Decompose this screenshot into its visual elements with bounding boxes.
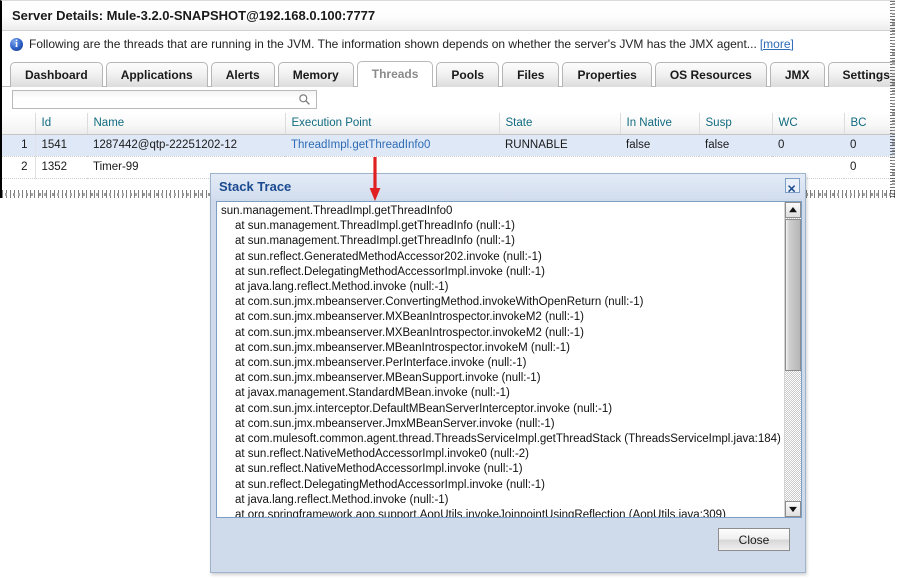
column-header-id[interactable]: Id (35, 113, 87, 134)
scrollbar-thumb[interactable] (785, 219, 801, 371)
cell-state: RUNNABLE (499, 134, 620, 156)
stack-trace-line: at com.sun.jmx.mbeanserver.PerInterface.… (221, 356, 787, 371)
stack-trace-line: at com.sun.jmx.mbeanserver.MXBeanIntrosp… (221, 310, 787, 325)
stack-trace-line: at com.mulesoft.common.agent.thread.Thre… (221, 432, 787, 447)
scroll-down-arrow-icon[interactable] (785, 501, 801, 517)
stack-trace-line: at org.springframework.aop.support.AopUt… (221, 508, 787, 518)
cell-in-native: false (620, 134, 699, 156)
tab-pools[interactable]: Pools (436, 62, 499, 87)
stack-trace-line: at com.sun.jmx.mbeanserver.MBeanIntrospe… (221, 341, 787, 356)
stack-trace-line: at sun.reflect.DelegatingMethodAccessorI… (221, 478, 787, 493)
search-input[interactable] (16, 92, 295, 109)
cell-id: 1541 (35, 134, 87, 156)
cell-wc: 0 (772, 134, 844, 156)
server-details-panel: Server Details: Mule-3.2.0-SNAPSHOT@192.… (0, 0, 895, 198)
search-row (2, 87, 895, 113)
stack-trace-line: at com.sun.jmx.mbeanserver.MXBeanIntrosp… (221, 326, 787, 341)
stack-trace-line: at com.sun.jmx.mbeanserver.ConvertingMet… (221, 295, 787, 310)
info-bar: i Following are the threads that are run… (2, 31, 895, 57)
tab-memory[interactable]: Memory (278, 62, 354, 87)
info-bar-text: Following are the threads that are runni… (29, 37, 757, 51)
stack-trace-line: at java.lang.reflect.Method.invoke (null… (221, 280, 787, 295)
column-header-bc[interactable]: BC (844, 113, 895, 134)
info-icon: i (10, 38, 23, 51)
table-row[interactable]: 1 1541 1287442@qtp-22251202-12 ThreadImp… (2, 134, 895, 156)
cell-bc: 0 (844, 134, 895, 156)
stack-trace-line: at sun.management.ThreadImpl.getThreadIn… (221, 219, 787, 234)
stack-trace-viewport: sun.management.ThreadImpl.getThreadInfo0… (216, 201, 802, 518)
stack-trace-line: at sun.reflect.NativeMethodAccessorImpl.… (221, 447, 787, 462)
row-number: 1 (2, 134, 35, 156)
page-title: Server Details: Mule-3.2.0-SNAPSHOT@192.… (2, 1, 895, 31)
stack-trace-line: sun.management.ThreadImpl.getThreadInfo0 (221, 204, 787, 219)
threads-table: Id Name Execution Point State In Native … (2, 113, 895, 179)
table-header-row: Id Name Execution Point State In Native … (2, 113, 895, 134)
stack-trace-line: at sun.reflect.NativeMethodAccessorImpl.… (221, 462, 787, 477)
tab-settings[interactable]: Settings (828, 62, 895, 87)
stack-trace-dialog: Stack Trace sun.management.ThreadImpl.ge… (210, 173, 806, 573)
dialog-title-bar: Stack Trace (211, 174, 805, 199)
close-button[interactable]: Close (718, 528, 790, 551)
tab-applications[interactable]: Applications (106, 62, 208, 87)
tab-dashboard[interactable]: Dashboard (10, 62, 103, 87)
stack-trace-line: at com.sun.jmx.mbeanserver.JmxMBeanServe… (221, 417, 787, 432)
execution-point-link[interactable]: ThreadImpl.getThreadInfo0 (291, 139, 430, 151)
dialog-footer: Close (211, 518, 805, 572)
tab-bar: Dashboard Applications Alerts Memory Thr… (2, 57, 895, 87)
dialog-title: Stack Trace (219, 179, 291, 194)
more-link[interactable]: [more] (760, 37, 794, 51)
column-header-susp[interactable]: Susp (699, 113, 772, 134)
cell-susp: false (699, 134, 772, 156)
column-header-in-native[interactable]: In Native (620, 113, 699, 134)
column-header-rownum (2, 113, 35, 134)
stack-trace-line: at sun.management.ThreadImpl.getThreadIn… (221, 234, 787, 249)
tab-os-resources[interactable]: OS Resources (655, 62, 767, 87)
stack-trace-line: at sun.reflect.DelegatingMethodAccessorI… (221, 265, 787, 280)
tab-threads[interactable]: Threads (357, 61, 434, 87)
column-header-state[interactable]: State (499, 113, 620, 134)
stack-trace-line: at javax.management.StandardMBean.invoke… (221, 386, 787, 401)
tab-properties[interactable]: Properties (562, 62, 651, 87)
cell-execution-point[interactable]: ThreadImpl.getThreadInfo0 (285, 134, 499, 156)
stack-trace-line: at sun.reflect.GeneratedMethodAccessor20… (221, 250, 787, 265)
row-number: 2 (2, 156, 35, 178)
column-header-wc[interactable]: WC (772, 113, 844, 134)
stack-trace-line: at com.sun.jmx.mbeanserver.MBeanSupport.… (221, 371, 787, 386)
search-box[interactable] (12, 90, 317, 109)
vertical-scrollbar[interactable] (784, 202, 801, 517)
tab-files[interactable]: Files (502, 62, 559, 87)
search-icon[interactable] (298, 93, 311, 106)
close-icon[interactable] (785, 178, 800, 193)
cell-id: 1352 (35, 156, 87, 178)
tab-jmx[interactable]: JMX (770, 62, 825, 87)
tab-alerts[interactable]: Alerts (211, 62, 275, 87)
cell-name: 1287442@qtp-22251202-12 (87, 134, 285, 156)
cell-bc: 0 (844, 156, 895, 178)
column-header-name[interactable]: Name (87, 113, 285, 134)
column-header-execution-point[interactable]: Execution Point (285, 113, 499, 134)
stack-trace-line: at java.lang.reflect.Method.invoke (null… (221, 493, 787, 508)
stack-trace-list: sun.management.ThreadImpl.getThreadInfo0… (217, 204, 787, 518)
scroll-up-arrow-icon[interactable] (785, 202, 801, 218)
stack-trace-line: at com.sun.jmx.interceptor.DefaultMBeanS… (221, 402, 787, 417)
